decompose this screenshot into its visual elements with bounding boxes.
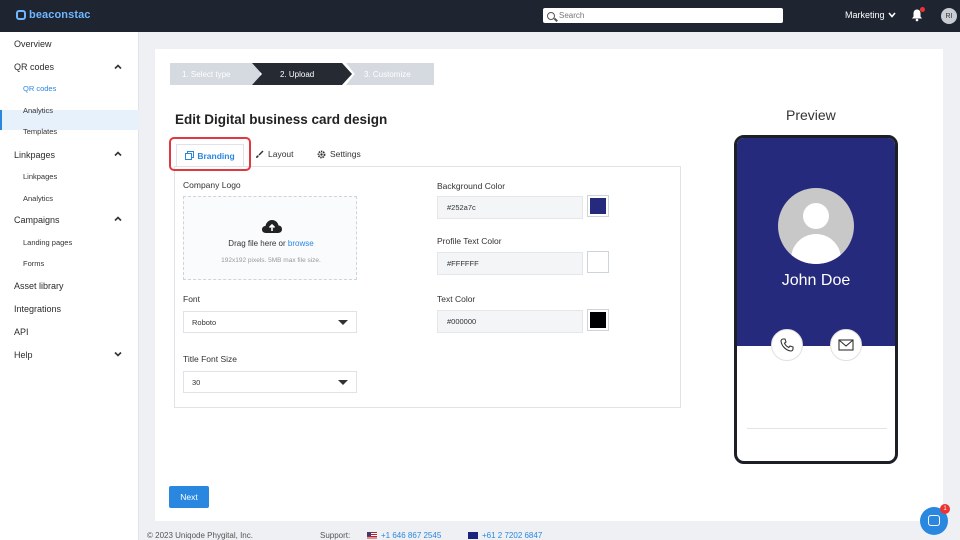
font-label: Font [183, 294, 201, 304]
profile-avatar [778, 188, 854, 264]
dropdown-arrow-icon [338, 320, 348, 325]
call-button [771, 329, 803, 361]
company-logo-label: Company Logo [183, 180, 241, 190]
profile-name: John Doe [781, 272, 851, 289]
browse-link[interactable]: browse [288, 239, 314, 248]
profile-text-color-swatch[interactable] [587, 251, 609, 273]
active-nav-highlight [0, 110, 139, 130]
page-title: Edit Digital business card design [175, 112, 388, 127]
file-hint: 192x192 pixels. 5MB max file size. [221, 257, 321, 264]
phone-au-text: +61 2 7202 6847 [482, 531, 543, 540]
text-color-label: Text Color [437, 294, 476, 304]
font-value: Roboto [192, 317, 217, 327]
sidebar-item-overview[interactable]: Overview [14, 39, 52, 49]
brush-icon [256, 149, 264, 158]
background-color-value: #252a7c [447, 203, 476, 212]
cloud-upload-icon [262, 220, 282, 233]
profile-text-color-value: #FFFFFF [447, 259, 479, 268]
support-phone-au[interactable]: +61 2 7202 6847 [468, 531, 542, 540]
chevron-up-icon[interactable] [114, 63, 122, 71]
au-flag-icon [468, 532, 478, 539]
text-color-swatch[interactable] [587, 309, 609, 331]
mail-icon [838, 339, 854, 351]
org-name: Marketing [845, 10, 885, 20]
sidebar-subitem-forms[interactable]: Forms [23, 259, 44, 268]
top-bar: beaconstac Search Marketing RI [0, 0, 960, 32]
user-avatar[interactable]: RI [941, 8, 957, 24]
font-select[interactable]: Roboto [183, 311, 357, 333]
sidebar-item-api[interactable]: API [14, 327, 29, 337]
chevron-up-icon[interactable] [114, 215, 122, 223]
drag-label: Drag file here or [228, 239, 286, 248]
notification-dot [920, 7, 925, 12]
profile-text-color-input[interactable]: #FFFFFF [437, 252, 583, 275]
background-color-label: Background Color [437, 181, 506, 191]
chevron-down-icon[interactable] [114, 350, 122, 358]
chevron-down-icon [887, 12, 896, 18]
sidebar-item-qr-codes[interactable]: QR codes [14, 62, 54, 72]
phone-us-text: +1 646 867 2545 [381, 531, 442, 540]
sidebar-subitem-linkpages-analytics[interactable]: Analytics [23, 194, 53, 203]
preview-title: Preview [786, 107, 836, 123]
sidebar-item-linkpages[interactable]: Linkpages [14, 150, 55, 160]
next-button[interactable]: Next [169, 486, 209, 508]
support-label: Support: [320, 531, 351, 540]
chat-icon [928, 515, 940, 526]
support-phone-us[interactable]: +1 646 867 2545 [367, 531, 441, 540]
copyright-text: © 2023 Uniqode Phygital, Inc. [147, 531, 253, 540]
profile-text-color-label: Profile Text Color [437, 236, 502, 246]
sidebar-item-campaigns[interactable]: Campaigns [14, 215, 60, 225]
search-input[interactable]: Search [543, 8, 783, 23]
divider [747, 428, 887, 429]
chevron-up-icon[interactable] [114, 150, 122, 158]
tab-settings[interactable]: Settings [317, 149, 361, 159]
tab-layout[interactable]: Layout [255, 149, 294, 159]
logo-text: beaconstac [29, 9, 91, 21]
title-font-size-label: Title Font Size [183, 354, 238, 364]
tab-layout-label: Layout [268, 149, 294, 159]
sidebar: Overview QR codes QR codes Analytics Tem… [0, 32, 139, 540]
brand-logo[interactable]: beaconstac [16, 9, 91, 21]
sidebar-subitem-linkpages[interactable]: Linkpages [23, 172, 57, 181]
step-select-type[interactable]: 1. Select type [170, 63, 260, 85]
tab-branding-label: Branding [197, 150, 235, 161]
step-customize[interactable]: 3. Customize [346, 63, 434, 85]
search-icon [547, 11, 555, 20]
sidebar-item-asset-library[interactable]: Asset library [14, 281, 64, 291]
title-font-size-value: 30 [192, 377, 201, 387]
notifications-bell[interactable] [910, 7, 925, 22]
avatar-head [803, 203, 829, 229]
sidebar-subitem-landing-pages[interactable]: Landing pages [23, 238, 72, 247]
email-button [830, 329, 862, 361]
tab-branding-highlight: Branding [169, 137, 251, 171]
title-font-size-select[interactable]: 30 [183, 371, 357, 393]
tab-settings-label: Settings [330, 149, 361, 159]
sidebar-item-integrations[interactable]: Integrations [14, 304, 61, 314]
sidebar-subitem-qr-templates[interactable]: Templates [23, 127, 57, 136]
background-color-swatch[interactable] [587, 195, 609, 217]
dropdown-arrow-icon [338, 380, 348, 385]
logo-icon [16, 10, 26, 20]
phone-preview: John Doe [734, 135, 898, 464]
org-switcher[interactable]: Marketing [845, 10, 896, 20]
drag-text: Drag file here or browse [184, 239, 358, 248]
text-color-value: #000000 [447, 317, 477, 326]
avatar-body [791, 234, 841, 264]
us-flag-icon [367, 532, 377, 539]
tab-branding[interactable]: Branding [176, 144, 244, 166]
gear-icon [317, 150, 326, 158]
sidebar-subitem-qr-codes[interactable]: QR codes [23, 84, 56, 93]
search-placeholder: Search [559, 11, 585, 20]
chat-badge: 1 [940, 504, 950, 514]
phone-icon [780, 338, 794, 352]
text-color-input[interactable]: #000000 [437, 310, 583, 333]
sidebar-subitem-qr-analytics[interactable]: Analytics [23, 106, 53, 115]
logo-dropzone[interactable]: Drag file here or browse 192x192 pixels.… [183, 196, 357, 280]
background-color-input[interactable]: #252a7c [437, 196, 583, 219]
sidebar-item-help[interactable]: Help [14, 350, 33, 360]
copy-icon [185, 151, 195, 160]
step-upload[interactable]: 2. Upload [252, 63, 352, 85]
chat-launcher[interactable]: 1 [920, 504, 950, 535]
